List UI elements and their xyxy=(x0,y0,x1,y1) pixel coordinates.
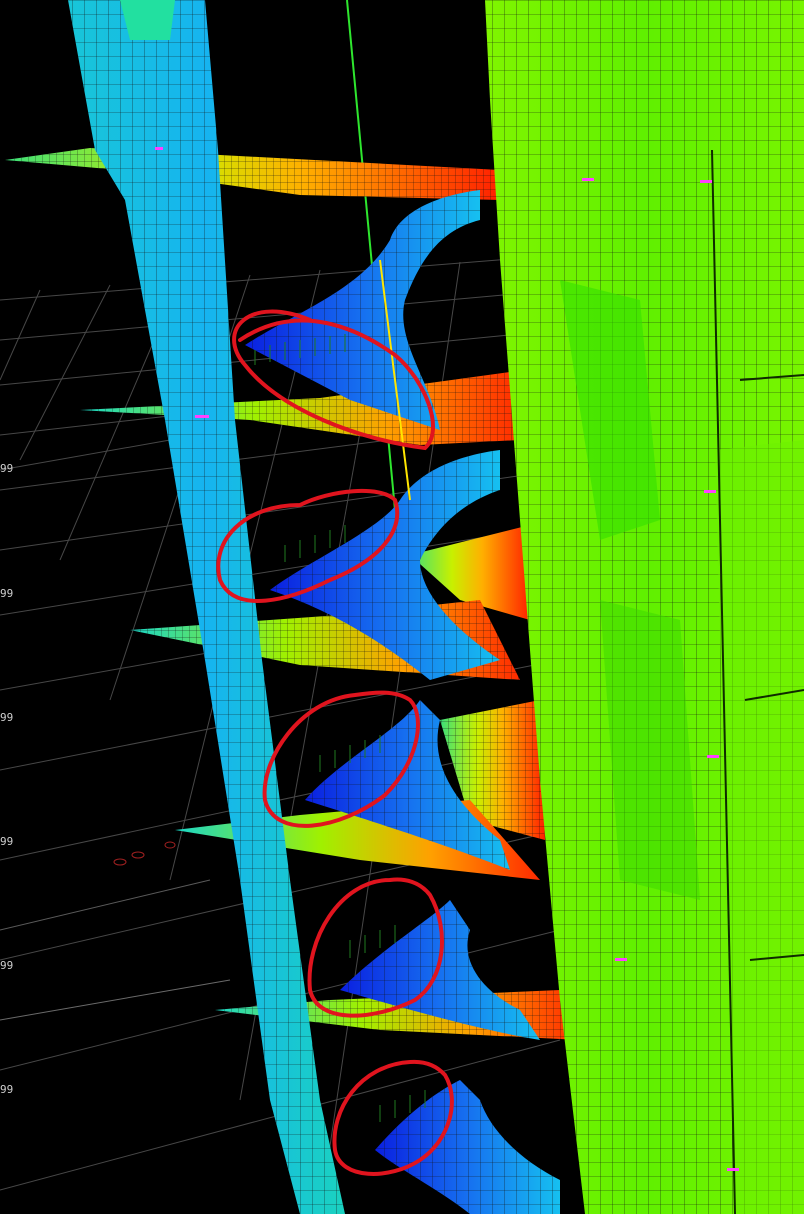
fea-3d-viewport[interactable] xyxy=(0,0,804,1214)
level-label: 99 xyxy=(0,711,14,724)
level-label: 99 xyxy=(0,1083,14,1096)
level-label: 99 xyxy=(0,587,14,600)
level-label: 99 xyxy=(0,959,14,972)
level-label: 99 xyxy=(0,462,14,475)
level-markers xyxy=(113,841,176,866)
level-label: 99 xyxy=(0,835,14,848)
